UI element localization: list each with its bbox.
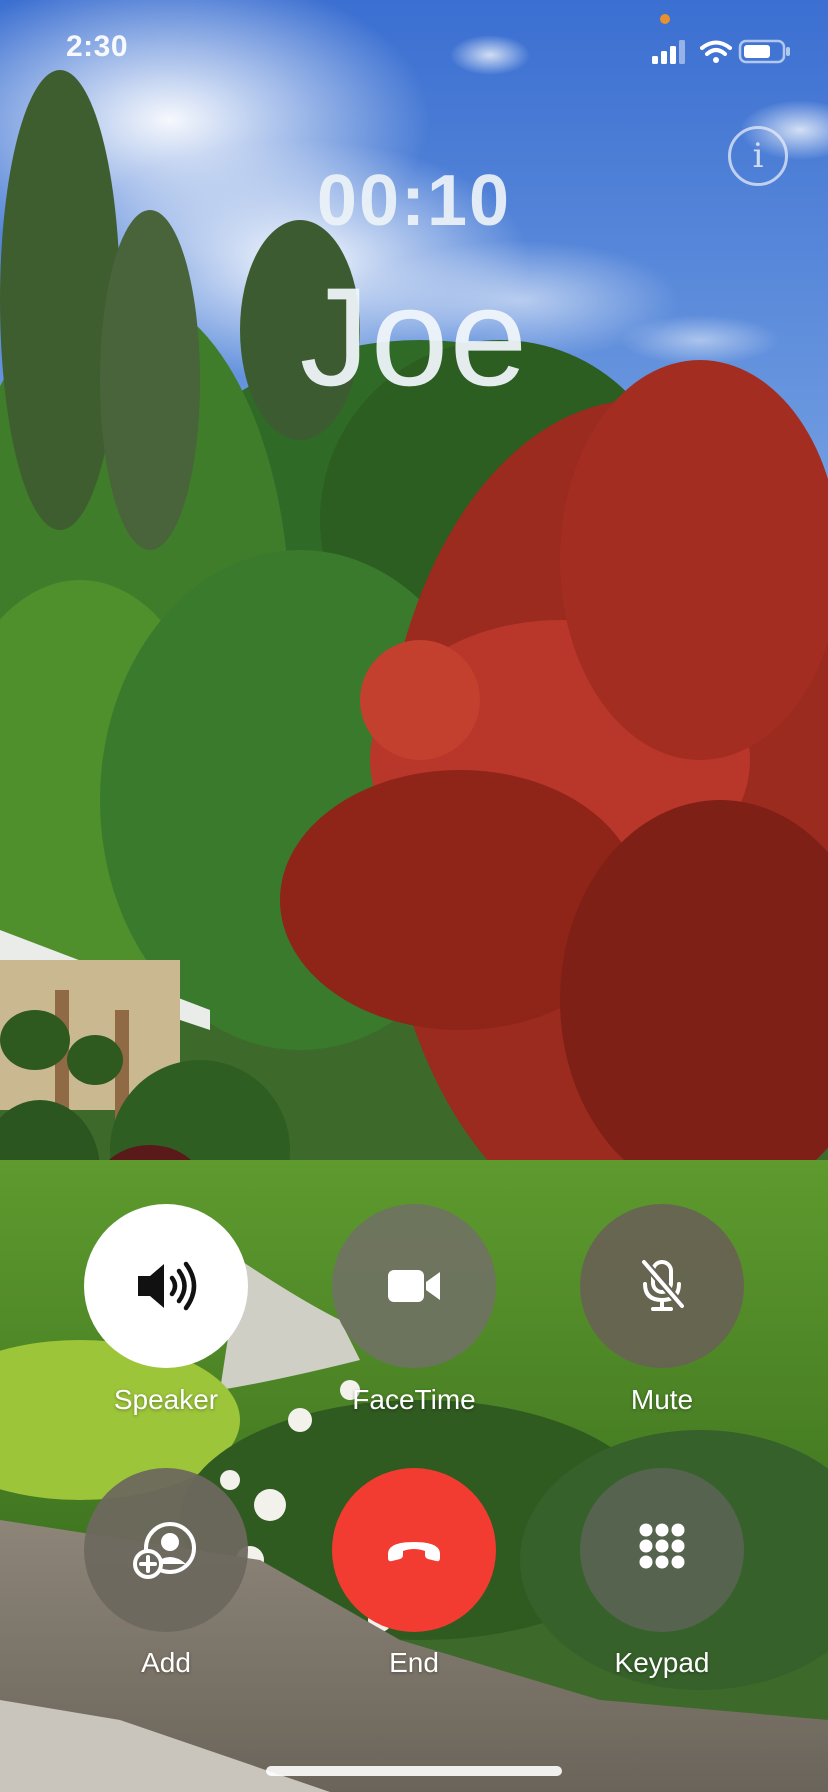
speaker-icon — [138, 1261, 197, 1311]
mute-button[interactable] — [580, 1204, 744, 1368]
add-person-icon — [133, 1522, 196, 1579]
keypad-label: Keypad — [614, 1647, 710, 1678]
battery-icon — [738, 39, 790, 64]
end-label: End — [389, 1647, 439, 1678]
video-camera-icon — [388, 1270, 440, 1302]
caller-name: Joe — [299, 258, 529, 415]
keypad-button[interactable] — [580, 1468, 744, 1632]
incoming-call-screen: 2:30 i 00:10 Joe Speaker FaceTime Mute A… — [0, 0, 828, 1792]
add-button[interactable] — [84, 1468, 248, 1632]
facetime-button[interactable] — [332, 1204, 496, 1368]
phone-hangup-icon — [388, 1542, 440, 1562]
speaker-button[interactable] — [84, 1204, 248, 1368]
status-time: 2:30 — [66, 30, 129, 63]
speaker-label: Speaker — [113, 1384, 219, 1415]
cellular-signal-icon — [652, 40, 685, 64]
status-icons — [652, 39, 790, 64]
privacy-indicator-dot — [660, 14, 670, 24]
microphone-slash-icon — [640, 1258, 686, 1311]
wifi-icon — [700, 40, 732, 63]
facetime-label: FaceTime — [352, 1384, 476, 1415]
home-indicator[interactable] — [266, 1766, 562, 1776]
call-duration: 00:10 — [316, 161, 512, 241]
status-bar: 2:30 — [0, 0, 828, 100]
keypad-icon — [639, 1523, 685, 1569]
end-call-button[interactable] — [332, 1468, 496, 1632]
add-label: Add — [141, 1647, 191, 1678]
mute-label: Mute — [630, 1384, 694, 1415]
